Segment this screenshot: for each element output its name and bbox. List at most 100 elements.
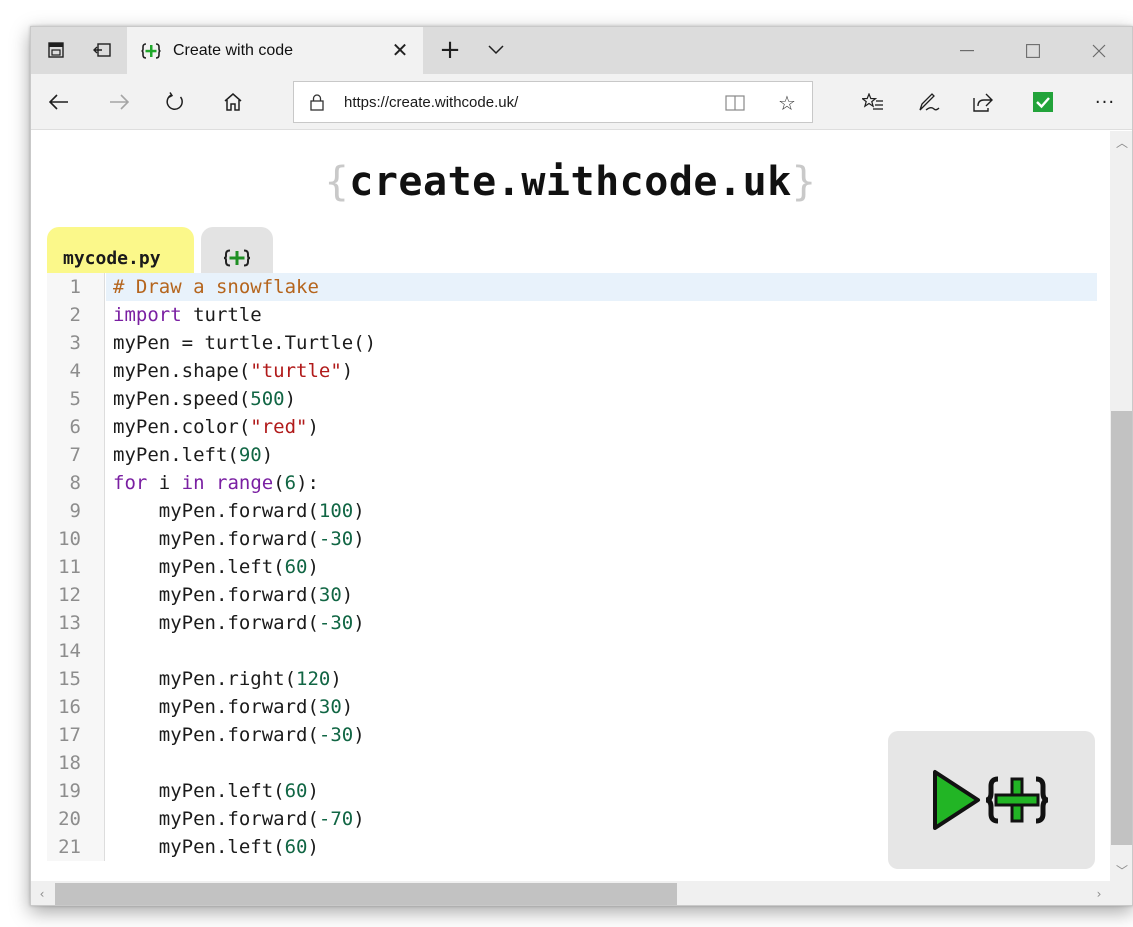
address-url: https://create.withcode.uk/ bbox=[344, 93, 519, 111]
code-token: myPen.left( bbox=[113, 836, 285, 858]
code-token: myPen.forward( bbox=[113, 696, 319, 718]
title-left-brace: { bbox=[324, 159, 350, 205]
code-line[interactable]: 8 for i in range(6): bbox=[47, 469, 1097, 497]
code-token: -30 bbox=[318, 528, 354, 550]
line-number: 9 bbox=[69, 500, 81, 522]
code-line[interactable]: 9 myPen.forward(100) bbox=[47, 497, 1097, 525]
code-token: ) bbox=[353, 724, 365, 746]
page-viewport: {create.withcode.uk} mycode.py 1 # Draw a… bbox=[31, 131, 1110, 881]
title-text: create.withcode.uk bbox=[349, 159, 792, 205]
line-number: 2 bbox=[69, 304, 81, 326]
code-token: "red" bbox=[250, 416, 308, 438]
code-token: ) bbox=[307, 556, 319, 578]
code-text: for i in range(6): bbox=[113, 469, 319, 497]
scroll-down-icon[interactable]: ﹀ bbox=[1110, 859, 1132, 881]
scroll-left-icon[interactable]: ‹ bbox=[31, 881, 53, 905]
set-aside-tabs-icon[interactable] bbox=[87, 35, 117, 65]
line-number: 10 bbox=[58, 528, 81, 550]
code-line[interactable]: 5 myPen.speed(500) bbox=[47, 385, 1097, 413]
tab-title: Create with code bbox=[173, 41, 294, 59]
line-number: 7 bbox=[69, 444, 81, 466]
reading-view-icon[interactable] bbox=[722, 90, 748, 116]
address-bar[interactable]: https://create.withcode.uk/ ☆ bbox=[293, 81, 813, 123]
code-token: 30 bbox=[318, 696, 342, 718]
vertical-scroll-thumb[interactable] bbox=[1111, 411, 1132, 845]
withcode-logo-icon bbox=[141, 41, 161, 61]
browser-tab-active[interactable]: Create with code ✕ bbox=[127, 27, 423, 74]
line-number: 12 bbox=[58, 584, 81, 606]
line-number: 20 bbox=[58, 808, 81, 830]
home-icon[interactable] bbox=[217, 86, 249, 118]
scroll-up-icon[interactable]: ︿ bbox=[1110, 131, 1132, 153]
code-line[interactable]: 13 myPen.forward(-30) bbox=[47, 609, 1097, 637]
line-number: 16 bbox=[58, 696, 81, 718]
minimize-icon[interactable] bbox=[934, 27, 1000, 74]
code-token: import bbox=[113, 304, 182, 326]
code-token: -30 bbox=[318, 724, 354, 746]
horizontal-scrollbar[interactable]: ‹ › bbox=[31, 881, 1110, 905]
code-text: myPen.left(60) bbox=[113, 777, 319, 805]
line-number: 4 bbox=[69, 360, 81, 382]
code-line[interactable]: 1 # Draw a snowflake bbox=[47, 273, 1097, 301]
close-icon[interactable]: ✕ bbox=[385, 35, 415, 65]
code-token: ) bbox=[341, 696, 354, 718]
checkbox-extension-icon[interactable] bbox=[1027, 86, 1059, 118]
vertical-scrollbar[interactable]: ︿ ﹀ bbox=[1110, 131, 1132, 881]
code-token: in bbox=[181, 472, 205, 494]
page-title: {create.withcode.uk} bbox=[31, 159, 1110, 205]
share-icon[interactable] bbox=[967, 86, 999, 118]
code-text: myPen.left(60) bbox=[113, 553, 319, 581]
code-text: myPen.left(90) bbox=[113, 441, 273, 469]
horizontal-scroll-thumb[interactable] bbox=[55, 883, 677, 905]
navigation-bar: https://create.withcode.uk/ ☆ ··· bbox=[31, 74, 1132, 130]
code-line[interactable]: 10 myPen.forward(-30) bbox=[47, 525, 1097, 553]
code-token: ) bbox=[307, 780, 319, 802]
plus-icon[interactable]: + bbox=[435, 35, 465, 65]
lock-icon bbox=[308, 92, 326, 112]
code-token: ) bbox=[353, 808, 365, 830]
code-token: 60 bbox=[284, 556, 308, 578]
star-icon[interactable]: ☆ bbox=[774, 90, 800, 116]
code-token: ) bbox=[353, 528, 365, 550]
close-window-icon[interactable] bbox=[1066, 27, 1132, 74]
code-token: 120 bbox=[296, 668, 331, 690]
output-tab[interactable] bbox=[201, 227, 273, 273]
run-button[interactable] bbox=[932, 769, 1052, 831]
code-line[interactable]: 15 myPen.right(120) bbox=[47, 665, 1097, 693]
code-line[interactable]: 14 bbox=[47, 637, 1097, 665]
code-text: myPen.forward(-30) bbox=[113, 525, 365, 553]
code-line[interactable]: 11 myPen.left(60) bbox=[47, 553, 1097, 581]
code-token: ) bbox=[261, 444, 274, 466]
more-icon[interactable]: ··· bbox=[1089, 86, 1121, 118]
code-line[interactable]: 3 myPen = turtle.Turtle() bbox=[47, 329, 1097, 357]
code-line[interactable]: 7 myPen.left(90) bbox=[47, 441, 1097, 469]
tab-actions-icon[interactable] bbox=[41, 35, 71, 65]
pen-icon[interactable] bbox=[913, 86, 945, 118]
back-arrow-icon[interactable] bbox=[43, 86, 75, 118]
file-tab-mycode[interactable]: mycode.py bbox=[47, 227, 194, 273]
code-token: ): bbox=[296, 472, 319, 494]
code-line[interactable]: 12 myPen.forward(30) bbox=[47, 581, 1097, 609]
code-token: for bbox=[113, 472, 148, 494]
code-text: myPen.color("red") bbox=[113, 413, 319, 441]
code-text: myPen.shape("turtle") bbox=[113, 357, 353, 385]
code-token: myPen.forward( bbox=[113, 528, 319, 550]
forward-arrow-icon[interactable] bbox=[103, 86, 135, 118]
code-text: myPen.forward(-30) bbox=[113, 721, 365, 749]
line-number: 18 bbox=[58, 752, 81, 774]
code-line[interactable]: 4 myPen.shape("turtle") bbox=[47, 357, 1097, 385]
chevron-down-icon[interactable] bbox=[481, 35, 511, 65]
withcode-logo-icon bbox=[223, 249, 251, 267]
code-token: -70 bbox=[318, 808, 354, 830]
refresh-icon[interactable] bbox=[159, 86, 191, 118]
code-line[interactable]: 16 myPen.forward(30) bbox=[47, 693, 1097, 721]
code-text: myPen.forward(30) bbox=[113, 581, 354, 609]
code-token: ) bbox=[341, 360, 354, 382]
favorites-icon[interactable] bbox=[857, 86, 889, 118]
scroll-right-icon[interactable]: › bbox=[1088, 881, 1110, 905]
maximize-icon[interactable] bbox=[1000, 27, 1066, 74]
code-token: ) bbox=[353, 612, 365, 634]
code-line[interactable]: 2 import turtle bbox=[47, 301, 1097, 329]
line-number: 19 bbox=[58, 780, 81, 802]
code-line[interactable]: 6 myPen.color("red") bbox=[47, 413, 1097, 441]
